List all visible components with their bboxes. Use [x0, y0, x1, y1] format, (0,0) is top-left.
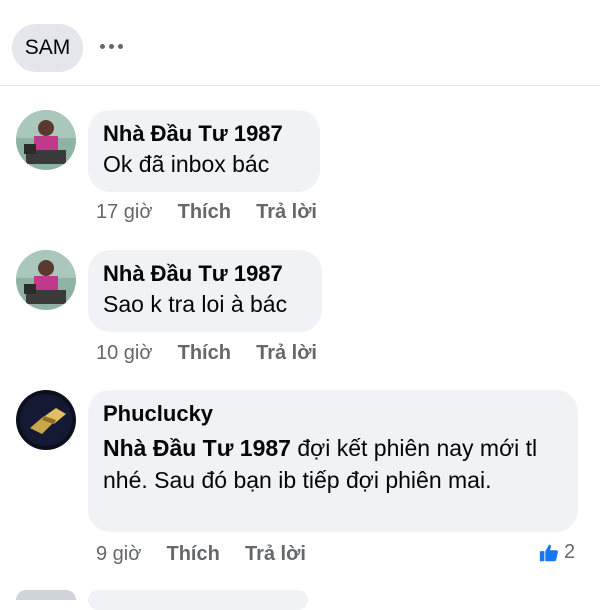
avatar[interactable] [16, 250, 76, 310]
avatar[interactable] [16, 390, 76, 450]
top-bar: SAM [0, 0, 600, 86]
comment-author[interactable]: Nhà Đầu Tư 1987 [103, 120, 306, 148]
comment-time[interactable]: 17 giờ [96, 201, 152, 223]
comment-bubble: Phuclucky Nhà Đầu Tư 1987 đợi kết phiên … [88, 390, 578, 532]
comment-author[interactable]: Nhà Đầu Tư 1987 [103, 260, 308, 288]
comment-text: Ok đã inbox bác [103, 151, 270, 177]
more-horizontal-icon[interactable] [95, 28, 127, 64]
comment-time[interactable]: 9 giờ [96, 543, 141, 565]
reaction-summary[interactable]: 2 [538, 541, 575, 564]
reply-button[interactable]: Trả lời [245, 543, 306, 565]
avatar[interactable] [16, 590, 76, 600]
reply-button[interactable]: Trả lời [256, 342, 317, 364]
reaction-count: 2 [564, 541, 576, 563]
comment-text: Nhà Đầu Tư 1987 đợi kết phiên nay mới tl… [103, 432, 564, 496]
comment-bubble [88, 590, 308, 610]
comment-meta: 10 giờ Thích Trả lời [96, 339, 317, 367]
like-button[interactable]: Thích [178, 342, 231, 364]
reply-button[interactable]: Trả lời [256, 201, 317, 223]
comment-author[interactable]: Phuclucky [103, 400, 564, 428]
comment-bubble: Nhà Đầu Tư 1987 Ok đã inbox bác [88, 110, 320, 192]
mention-tag[interactable]: Nhà Đầu Tư 1987 [103, 435, 291, 461]
comment-meta: 9 giờ Thích Trả lời [96, 540, 306, 568]
sam-chip-button[interactable]: SAM [12, 24, 83, 72]
like-button[interactable]: Thích [178, 201, 231, 223]
comment-bubble: Nhà Đầu Tư 1987 Sao k tra loi à bác [88, 250, 322, 332]
sam-chip-label: SAM [24, 36, 71, 59]
comment-text: Sao k tra loi à bác [103, 291, 288, 317]
thumbs-up-icon [539, 544, 558, 561]
comment-meta: 17 giờ Thích Trả lời [96, 198, 317, 226]
comment-time[interactable]: 10 giờ [96, 342, 152, 364]
like-button[interactable]: Thích [167, 543, 220, 565]
avatar[interactable] [16, 110, 76, 170]
